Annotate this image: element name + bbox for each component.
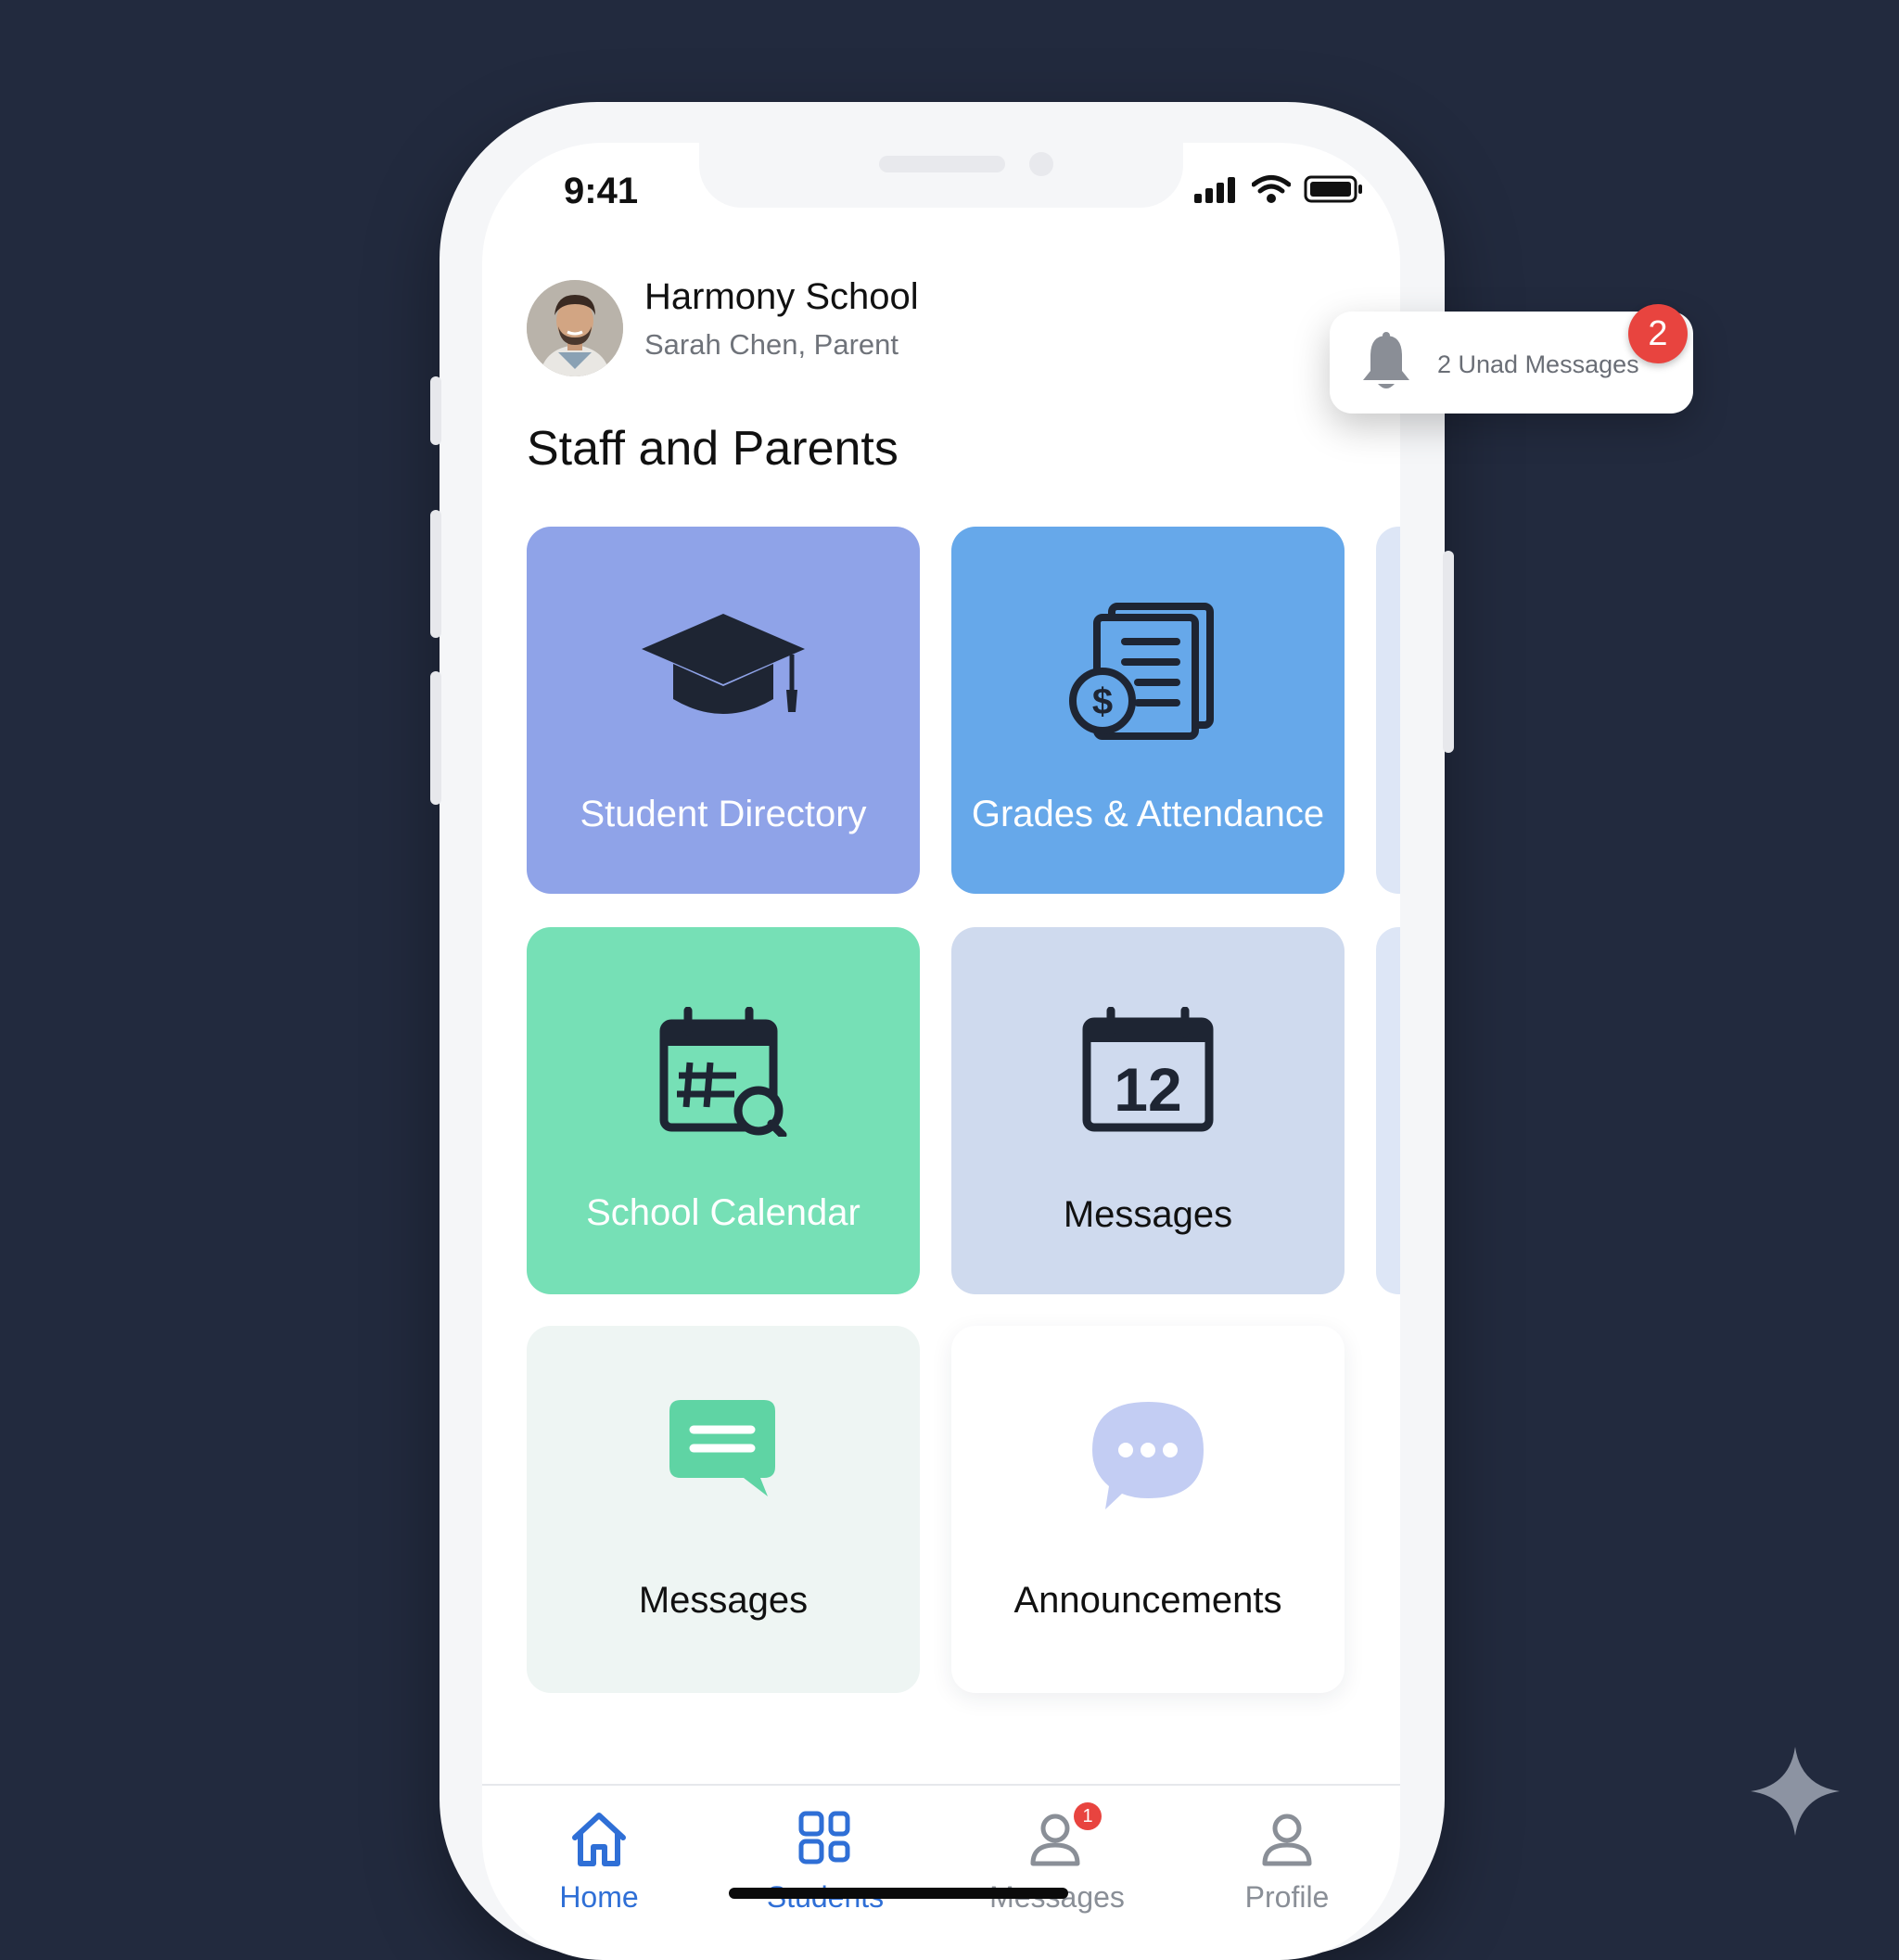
chat-bubble-icon <box>669 1400 775 1496</box>
side-button <box>430 376 441 445</box>
tile-announcements[interactable]: Announcements <box>951 1326 1345 1693</box>
tab-bar-divider <box>482 1784 1400 1786</box>
section-title: Staff and Parents <box>527 422 899 476</box>
tab-home[interactable]: Home <box>497 1801 701 1921</box>
avatar[interactable] <box>527 280 623 376</box>
volume-down-button <box>430 671 441 805</box>
tab-messages[interactable]: 1 Messages <box>955 1801 1159 1921</box>
phone-frame: 9:41 Harmony School Sarah Chen, Parent S… <box>430 102 1454 1960</box>
speaker <box>879 156 1005 172</box>
tile-label: Announcements <box>1013 1580 1282 1621</box>
user-role-line: Sarah Chen, Parent <box>644 328 899 361</box>
next-tile-peek[interactable] <box>1376 927 1400 1294</box>
status-icons <box>1194 174 1363 204</box>
front-camera <box>1029 152 1053 176</box>
tile-label: Messages <box>1063 1194 1233 1235</box>
tab-profile-label: Profile <box>1244 1880 1330 1914</box>
school-name: Harmony School <box>644 276 919 317</box>
calendar-12-icon: 12 <box>1082 1007 1214 1132</box>
notch <box>699 143 1183 208</box>
svg-text:$: $ <box>1092 681 1113 722</box>
volume-up-button <box>430 510 441 638</box>
wifi-icon <box>1252 175 1291 203</box>
sparkle-icon <box>1751 1747 1840 1836</box>
speech-bubble-dots-icon <box>1092 1402 1204 1509</box>
calendar-search-icon <box>659 1007 787 1137</box>
svg-text:12: 12 <box>1114 1055 1181 1124</box>
tab-students[interactable]: Students <box>723 1801 927 1921</box>
status-time: 9:41 <box>564 171 639 211</box>
tile-messages-calendar[interactable]: 12 Messages <box>951 927 1345 1294</box>
tile-label: Grades & Attendance <box>971 794 1325 834</box>
home-indicator <box>729 1888 1068 1899</box>
bell-icon <box>1363 332 1409 388</box>
tile-label: School Calendar <box>586 1192 860 1233</box>
tile-label: Messages <box>638 1580 809 1621</box>
tile-label: Student Directory <box>580 794 867 834</box>
person-icon <box>1262 1814 1312 1866</box>
phone-screen: 9:41 Harmony School Sarah Chen, Parent S… <box>482 143 1400 1960</box>
tile-student-directory[interactable]: Student Directory <box>527 527 920 894</box>
tab-home-label: Home <box>559 1880 639 1914</box>
signal-icon <box>1194 177 1235 203</box>
tile-school-calendar[interactable]: School Calendar <box>527 927 920 1294</box>
notification-text: 2 Unad Messages <box>1437 350 1639 378</box>
avatar-photo <box>527 280 623 376</box>
tile-grades-attendance[interactable]: $ Grades & Attendance <box>951 527 1345 894</box>
grid-icon <box>798 1811 850 1865</box>
document-dollar-icon: $ <box>1069 603 1214 740</box>
tab-profile[interactable]: Profile <box>1185 1801 1389 1921</box>
home-icon <box>572 1813 626 1866</box>
graduation-cap-icon <box>642 614 805 714</box>
power-button <box>1443 551 1454 753</box>
battery-icon <box>1304 175 1362 203</box>
tile-messages-chat[interactable]: Messages <box>527 1326 920 1693</box>
notification-badge: 2 <box>1628 304 1688 363</box>
next-tile-peek[interactable] <box>1376 527 1400 894</box>
tab-messages-badge: 1 <box>1074 1802 1102 1830</box>
